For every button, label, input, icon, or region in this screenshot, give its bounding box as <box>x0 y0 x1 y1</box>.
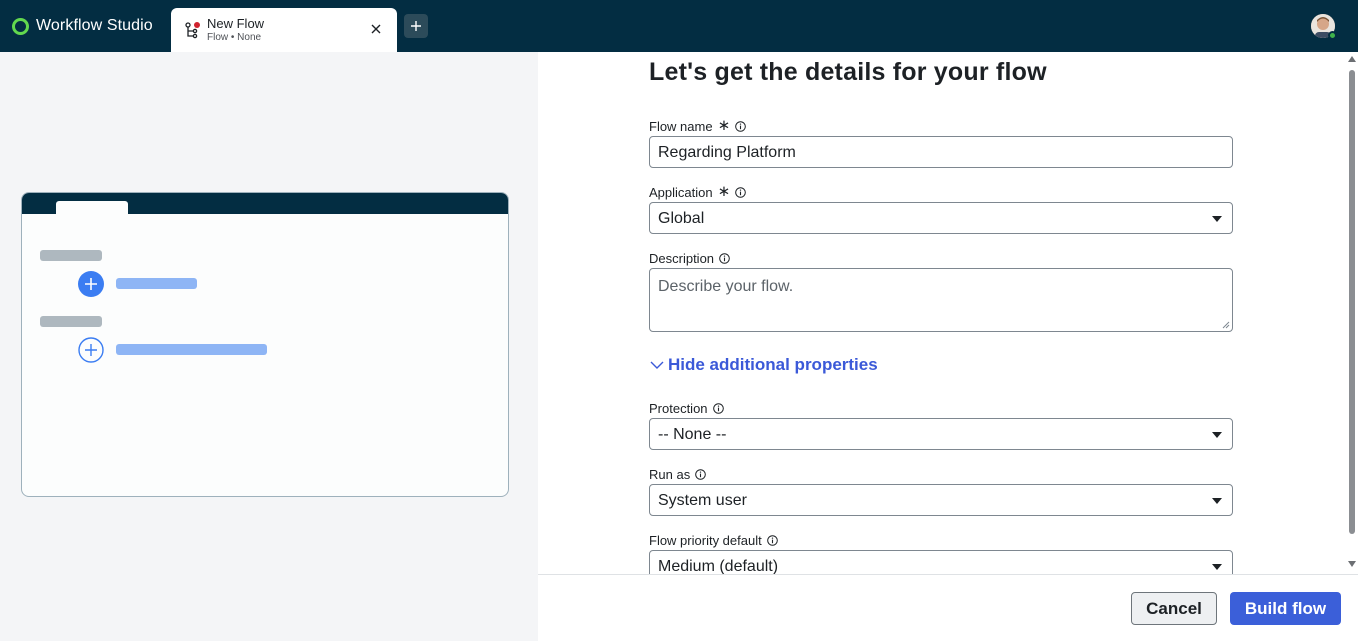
required-mark: ∗ <box>717 183 731 200</box>
placeholder-trigger-label <box>40 250 102 261</box>
plus-icon <box>411 21 421 31</box>
info-icon[interactable] <box>735 120 746 132</box>
info-icon[interactable] <box>735 186 746 198</box>
plus-circle-outline-icon <box>78 337 104 363</box>
unsaved-indicator <box>194 22 200 28</box>
flow-name-input[interactable]: Regarding Platform <box>649 136 1233 168</box>
app-title: Workflow Studio <box>36 17 153 34</box>
flow-priority-label-text: Flow priority default <box>649 532 762 548</box>
info-icon[interactable] <box>712 402 724 414</box>
caret-down-icon <box>1212 432 1222 438</box>
add-tab-button[interactable] <box>404 14 428 38</box>
flow-name-label-text: Flow name <box>649 118 713 134</box>
description-textarea[interactable]: Describe your flow. <box>649 268 1233 332</box>
brand[interactable]: Workflow Studio <box>12 15 153 37</box>
flow-preview-illustration <box>21 192 509 497</box>
application-select[interactable]: Global <box>649 202 1233 234</box>
scroll-down-arrow-icon[interactable] <box>1348 561 1356 567</box>
application-selected-value: Global <box>658 210 705 227</box>
close-icon[interactable] <box>369 22 383 36</box>
workflow-logo-icon <box>12 17 29 35</box>
online-status-badge <box>1328 31 1337 40</box>
caret-down-icon <box>1212 216 1222 222</box>
tab-new-flow[interactable]: New Flow Flow • None <box>171 8 397 52</box>
run-as-select[interactable]: System user <box>649 484 1233 516</box>
placeholder-actions-label <box>40 316 102 327</box>
protection-selected-value: -- None -- <box>658 426 727 443</box>
illustration-panel <box>0 52 538 641</box>
tab-subtitle: Flow • None <box>207 32 262 43</box>
top-bar: Workflow Studio New Flow Flow • None <box>0 0 1358 52</box>
protection-select[interactable]: -- None -- <box>649 418 1233 450</box>
run-as-label: Run as <box>649 466 707 482</box>
form-scrollbar[interactable] <box>1346 52 1358 574</box>
required-mark: ∗ <box>717 117 731 134</box>
form-footer: Cancel Build flow <box>538 574 1358 641</box>
description-label-text: Description <box>649 250 715 266</box>
flow-name-label: Flow name ∗ <box>649 118 746 134</box>
run-as-selected-value: System user <box>658 492 747 509</box>
info-icon[interactable] <box>766 534 778 546</box>
flow-details-form: Let's get the details for your flow Flow… <box>538 52 1358 574</box>
scroll-thumb[interactable] <box>1349 70 1355 534</box>
flow-priority-label: Flow priority default <box>649 532 778 548</box>
info-icon[interactable] <box>695 468 707 480</box>
application-label: Application ∗ <box>649 184 746 200</box>
placeholder-action-item <box>116 344 267 355</box>
run-as-label-text: Run as <box>649 466 691 482</box>
scroll-up-arrow-icon[interactable] <box>1348 56 1356 62</box>
resize-handle-icon[interactable] <box>1222 321 1230 329</box>
illustration-tab <box>56 201 128 214</box>
caret-down-icon <box>1212 564 1222 570</box>
plus-circle-filled-icon <box>78 271 104 297</box>
cancel-button[interactable]: Cancel <box>1131 592 1217 625</box>
application-label-text: Application <box>649 184 713 200</box>
flow-priority-select[interactable]: Medium (default) <box>649 550 1233 574</box>
chevron-down-icon <box>650 361 664 369</box>
description-label: Description <box>649 250 730 266</box>
build-flow-button[interactable]: Build flow <box>1230 592 1341 625</box>
user-avatar[interactable] <box>1311 14 1337 40</box>
info-icon[interactable] <box>719 252 730 264</box>
protection-label: Protection <box>649 400 724 416</box>
description-placeholder: Describe your flow. <box>658 278 794 295</box>
protection-label-text: Protection <box>649 400 708 416</box>
tab-title: New Flow <box>207 16 265 31</box>
hide-additional-properties-toggle[interactable]: Hide additional properties <box>650 355 878 375</box>
caret-down-icon <box>1212 498 1222 504</box>
form-heading: Let's get the details for your flow <box>649 58 1047 86</box>
flow-priority-selected-value: Medium (default) <box>658 558 779 574</box>
toggle-label: Hide additional properties <box>668 355 878 374</box>
placeholder-trigger-action <box>116 278 197 289</box>
